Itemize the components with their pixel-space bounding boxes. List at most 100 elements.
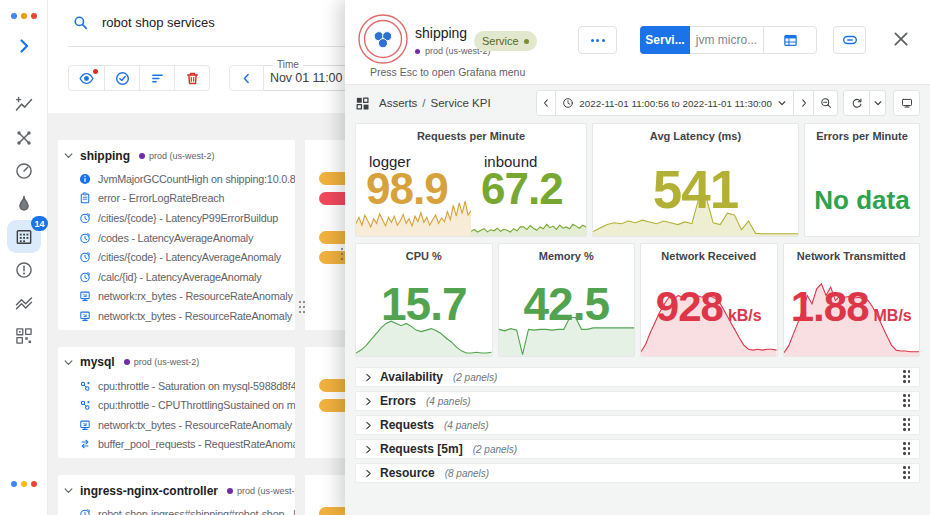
drag-handle-icon[interactable] <box>903 394 911 408</box>
alert-item[interactable]: network:tx_bytes - ResourceRateAnomaly <box>58 306 295 326</box>
search-input[interactable] <box>102 15 332 30</box>
service-group-ingress-nginx-controller: ingress-nginx-controllerprod (us-west-2)… <box>58 475 345 515</box>
dashboard-table-button[interactable] <box>763 26 817 54</box>
group-header[interactable]: ingress-nginx-controllerprod (us-west-2) <box>58 477 295 504</box>
alert-timeline-pill[interactable] <box>319 172 345 185</box>
drag-handle-icon[interactable] <box>903 418 911 432</box>
section-row-requests[interactable]: Requests(4 panels) <box>355 415 920 435</box>
chevron-down-icon <box>64 151 73 160</box>
latency-icon <box>79 212 91 224</box>
alert-item[interactable]: buffer_pool_requests - RequestRateAnomal… <box>58 435 295 455</box>
tab-service[interactable]: Servi... <box>640 26 690 54</box>
section-label: Resource <box>380 466 435 480</box>
chevron-down-icon <box>64 486 73 495</box>
refresh-button[interactable] <box>843 90 870 116</box>
time-controls: 2022-11-01 11:00:56 to 2022-11-01 11:30:… <box>536 90 920 116</box>
notification-badge: 14 <box>31 216 48 231</box>
zoom-out-icon <box>820 97 832 109</box>
alert-item[interactable]: robot-shop-ingress#shipping#robot-shop -… <box>58 504 295 515</box>
section-row-availability[interactable]: Availability(2 panels) <box>355 367 920 387</box>
time-back-button[interactable] <box>536 90 556 116</box>
column-resize-handle[interactable] <box>299 301 306 315</box>
alert-timeline-pill[interactable] <box>319 379 345 392</box>
alert-timeline-pill[interactable] <box>319 231 345 244</box>
kpi-toolbar: Asserts / Service KPI 2022-11-01 11:00:5… <box>345 86 930 120</box>
group-header[interactable]: shippingprod (us-west-2) <box>58 142 295 169</box>
chevron-down-icon <box>873 98 883 108</box>
time-forward-button[interactable] <box>794 90 814 116</box>
verified-icon <box>115 71 130 86</box>
section-label: Errors <box>380 394 416 408</box>
gauge-icon <box>14 161 34 181</box>
alert-item[interactable]: error - ErrorLogRateBreach <box>58 189 295 209</box>
network-icon <box>79 419 91 431</box>
breadcrumb-app[interactable]: Asserts <box>379 97 417 109</box>
sidebar-item-dashboards[interactable] <box>7 319 41 352</box>
time-range-button[interactable]: 2022-11-01 11:00:56 to 2022-11-01 11:30:… <box>556 90 794 116</box>
sidebar-expand-icon[interactable] <box>16 38 32 54</box>
timeline-row <box>305 208 345 228</box>
timeline-row <box>305 376 345 396</box>
sidebar-item-entities[interactable]: 14 <box>7 220 41 253</box>
section-row-resource[interactable]: Resource(8 panels) <box>355 463 920 483</box>
time-prev-button[interactable] <box>229 65 264 91</box>
trash-icon <box>185 71 200 86</box>
group-header[interactable]: mysqlprod (us-west-2) <box>58 349 295 376</box>
section-panel-count: (4 panels) <box>426 396 470 407</box>
alert-timeline-pill[interactable] <box>319 507 345 515</box>
chevron-down-icon <box>777 98 787 108</box>
badge-dot <box>524 39 529 44</box>
group-timeline <box>305 347 345 458</box>
sidebar-bottom-dots <box>11 481 37 487</box>
alert-item[interactable]: /calc/{id} - LatencyAverageAnomaly <box>58 267 295 287</box>
sidebar-item-topology[interactable] <box>7 121 41 154</box>
tab-jvm-micro[interactable]: jvm micro... <box>690 26 763 54</box>
sidebar-item-trend[interactable] <box>7 88 41 121</box>
service-entity-icon <box>357 13 409 65</box>
alert-item[interactable]: JvmMajorGCCountHigh on shipping:10.0.82.… <box>58 169 295 189</box>
kiosk-mode-button[interactable] <box>893 90 920 116</box>
drag-handle-icon[interactable] <box>903 370 911 384</box>
section-row-requests-5m-[interactable]: Requests [5m](2 panels) <box>355 439 920 459</box>
kpi-row-1: Requests per Minutelogger98.9inbound67.2… <box>355 123 920 237</box>
monitor-icon <box>901 97 913 109</box>
alert-item[interactable]: cpu:throttle - Saturation on mysql-5988d… <box>58 376 295 396</box>
sidebar-item-gauge[interactable] <box>7 154 41 187</box>
time-field[interactable]: Time Nov 01 11:00 – <box>264 65 345 91</box>
drag-handle-icon[interactable] <box>903 466 911 480</box>
section-panel-count: (4 panels) <box>444 420 488 431</box>
dashboard-tabs: Servi... jvm micro... <box>640 26 817 54</box>
alert-item[interactable]: /cities/{code} - LatencyAverageAnomaly <box>58 247 295 267</box>
trash-button[interactable] <box>174 66 209 90</box>
sidebar-item-activity[interactable] <box>7 286 41 319</box>
cpu-icon <box>79 399 91 411</box>
verified-button[interactable] <box>104 66 139 90</box>
alert-item[interactable]: cpu:throttle - CPUThrottlingSustained on… <box>58 395 295 415</box>
section-row-errors[interactable]: Errors (4 panels) <box>355 391 920 411</box>
timeline-row <box>305 189 345 209</box>
zoom-out-button[interactable] <box>814 90 838 116</box>
env-dot <box>124 359 130 365</box>
share-link-button[interactable] <box>833 26 866 54</box>
alert-timeline-pill[interactable] <box>319 192 345 205</box>
alert-item[interactable]: network:tx_bytes - ResourceRateAnomaly <box>58 415 295 435</box>
more-actions-button[interactable] <box>578 26 617 54</box>
alert-timeline-pill[interactable] <box>319 399 345 412</box>
group-timeline <box>305 475 345 515</box>
alert-item[interactable]: /codes - LatencyAverageAnomaly <box>58 228 295 248</box>
refresh-interval-button[interactable] <box>870 90 886 116</box>
sort-button[interactable] <box>139 66 174 90</box>
filter-button-group <box>68 65 210 91</box>
timeline-row <box>305 435 345 455</box>
apps-grid-icon[interactable] <box>355 96 370 111</box>
drag-handle-icon[interactable] <box>903 442 911 456</box>
env-dot <box>227 488 233 494</box>
eye-button[interactable] <box>69 66 104 90</box>
sidebar-item-flame[interactable] <box>7 187 41 220</box>
close-icon[interactable] <box>892 30 910 48</box>
alert-item[interactable]: /cities/{code} - LatencyP99ErrorBuildup <box>58 208 295 228</box>
section-panel-count: (2 panels) <box>473 444 517 455</box>
sidebar-item-incident[interactable] <box>7 253 41 286</box>
alert-item[interactable]: network:rx_bytes - ResourceRateAnomaly <box>58 287 295 307</box>
cpu-icon <box>79 380 91 392</box>
